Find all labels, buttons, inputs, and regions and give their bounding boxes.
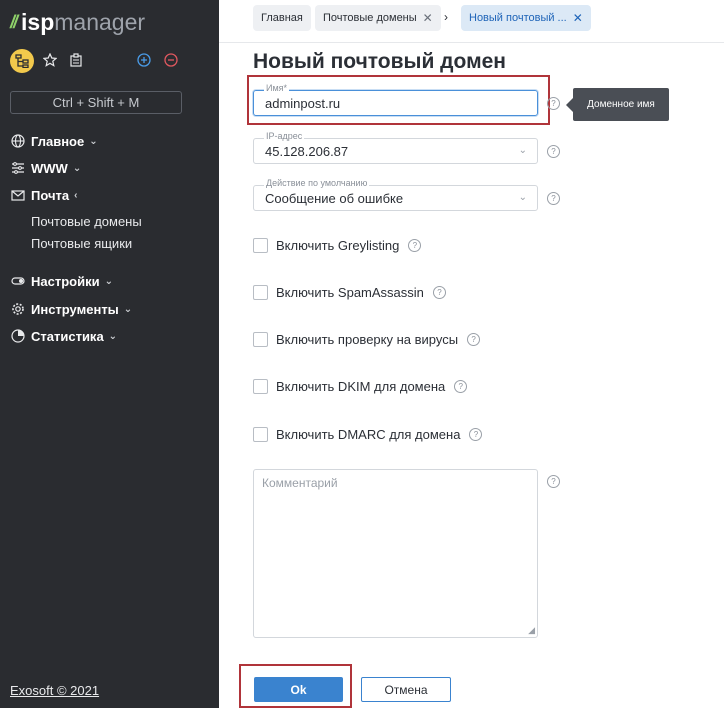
close-icon[interactable]: ✕ xyxy=(573,11,583,25)
mail-icon xyxy=(10,187,26,203)
sitemap-icon[interactable] xyxy=(10,49,34,73)
help-icon[interactable]: ? xyxy=(432,285,446,299)
sidebar-item-statistics[interactable]: Статистика ⌄ xyxy=(10,326,117,346)
footer-copyright-link[interactable]: Exosoft © 2021 xyxy=(10,683,99,698)
logo-text-manager: manager xyxy=(54,8,146,35)
checkbox-label: Включить SpamAssassin xyxy=(276,284,424,300)
help-icon[interactable]: ? xyxy=(469,427,483,441)
help-icon[interactable]: ? xyxy=(547,192,560,205)
greylisting-checkbox-row[interactable]: Включить Greylisting ? xyxy=(253,237,422,253)
chevron-down-icon: ⌄ xyxy=(108,330,118,342)
default-action-select[interactable]: Действие по умолчанию Сообщение об ошибк… xyxy=(253,178,538,211)
help-icon[interactable]: ? xyxy=(547,475,560,488)
sidebar-item-settings[interactable]: Настройки ⌄ xyxy=(10,271,113,291)
antivirus-checkbox[interactable] xyxy=(253,331,268,347)
sidebar-search-input[interactable]: Ctrl + Shift + M xyxy=(10,91,182,114)
help-icon[interactable]: ? xyxy=(408,238,422,252)
chevron-down-icon: ⌄ xyxy=(89,135,98,147)
remove-circle-icon[interactable] xyxy=(162,51,180,69)
breadcrumb-separator: › xyxy=(444,10,448,24)
breadcrumb-label: Главная xyxy=(261,12,303,24)
header-divider xyxy=(219,42,724,43)
sidebar-item-www[interactable]: WWW ⌄ xyxy=(10,158,81,178)
logo-text-isp: isp xyxy=(21,8,55,35)
chevron-left-icon: ‹ xyxy=(74,189,78,201)
help-icon[interactable]: ? xyxy=(547,97,560,110)
chevron-down-icon: ⌄ xyxy=(518,145,527,156)
greylisting-checkbox[interactable] xyxy=(253,237,268,253)
resize-handle-icon[interactable]: ◢ xyxy=(528,625,535,636)
help-icon[interactable]: ? xyxy=(454,379,468,393)
sidebar-subitem-mail-domains[interactable]: Почтовые домены xyxy=(31,214,142,229)
breadcrumb: Главная Почтовые домены ✕ › Новый почтов… xyxy=(219,0,724,36)
logo-mark: // xyxy=(10,11,18,32)
star-icon[interactable] xyxy=(41,51,59,69)
sidebar-item-label: Инструменты xyxy=(31,301,119,317)
field-value: adminpost.ru xyxy=(265,96,341,111)
breadcrumb-item-new-domain[interactable]: Новый почтовый ... ✕ xyxy=(461,5,591,31)
field-label: Имя* xyxy=(264,83,290,93)
chevron-down-icon: ⌄ xyxy=(123,303,133,315)
spamassassin-checkbox[interactable] xyxy=(253,284,268,300)
field-value: 45.128.206.87 xyxy=(265,144,349,159)
ok-button[interactable]: Ok xyxy=(254,677,343,702)
sidebar-item-label: Главное xyxy=(31,133,85,149)
domain-name-field[interactable]: Имя* adminpost.ru xyxy=(253,83,538,116)
sidebar-item-label: WWW xyxy=(31,160,68,176)
field-label: IP-адрес xyxy=(264,131,305,141)
sidebar-subitem-mailboxes[interactable]: Почтовые ящики xyxy=(31,236,132,251)
clipboard-icon[interactable] xyxy=(67,51,85,69)
page-title: Новый почтовый домен xyxy=(253,50,506,73)
textarea-placeholder: Комментарий xyxy=(262,476,338,490)
tooltip: Доменное имя xyxy=(566,88,669,121)
gear-icon xyxy=(10,301,26,317)
breadcrumb-item-home[interactable]: Главная xyxy=(253,5,311,31)
dkim-checkbox-row[interactable]: Включить DKIM для домена ? xyxy=(253,378,468,394)
ip-address-select[interactable]: IP-адрес 45.128.206.87 ⌄ xyxy=(253,131,538,164)
help-icon[interactable]: ? xyxy=(467,332,481,346)
pie-chart-icon xyxy=(10,328,26,344)
spamassassin-checkbox-row[interactable]: Включить SpamAssassin ? xyxy=(253,284,446,300)
checkbox-label: Включить DKIM для домена xyxy=(276,378,446,394)
breadcrumb-label: Почтовые домены xyxy=(323,12,417,24)
sidebar-item-main[interactable]: Главное ⌄ xyxy=(10,131,98,151)
antivirus-checkbox-row[interactable]: Включить проверку на вирусы ? xyxy=(253,331,481,347)
dmarc-checkbox-row[interactable]: Включить DMARC для домена ? xyxy=(253,426,483,442)
checkbox-label: Включить DMARC для домена xyxy=(276,426,461,442)
dmarc-checkbox[interactable] xyxy=(253,426,268,442)
help-icon[interactable]: ? xyxy=(547,145,560,158)
breadcrumb-label: Новый почтовый ... xyxy=(469,12,567,24)
field-value: Сообщение об ошибке xyxy=(265,191,404,206)
chevron-down-icon: ⌄ xyxy=(518,192,527,203)
toggle-icon xyxy=(10,273,26,289)
app-logo[interactable]: // isp manager xyxy=(10,9,145,35)
sliders-icon xyxy=(10,160,26,176)
sidebar: // isp manager Ctrl + Shift + M Главное … xyxy=(0,0,219,708)
add-circle-icon[interactable] xyxy=(135,51,153,69)
sidebar-item-mail[interactable]: Почта ‹ xyxy=(10,185,77,205)
breadcrumb-item-mail-domains[interactable]: Почтовые домены ✕ xyxy=(315,5,441,31)
close-icon[interactable]: ✕ xyxy=(423,11,433,25)
chevron-down-icon: ⌄ xyxy=(72,162,82,174)
sidebar-item-label: Настройки xyxy=(31,273,100,289)
globe-icon xyxy=(10,133,26,149)
field-label: Действие по умолчанию xyxy=(264,178,370,188)
sidebar-item-label: Почта xyxy=(31,187,70,203)
cancel-button[interactable]: Отмена xyxy=(361,677,451,702)
checkbox-label: Включить проверку на вирусы xyxy=(276,331,459,347)
dkim-checkbox[interactable] xyxy=(253,378,268,394)
chevron-down-icon: ⌄ xyxy=(104,275,113,287)
comment-textarea[interactable]: Комментарий ◢ xyxy=(253,469,538,638)
sidebar-item-label: Статистика xyxy=(31,328,104,344)
checkbox-label: Включить Greylisting xyxy=(276,237,400,253)
sidebar-toolbar xyxy=(10,49,186,73)
sidebar-item-tools[interactable]: Инструменты ⌄ xyxy=(10,299,132,319)
